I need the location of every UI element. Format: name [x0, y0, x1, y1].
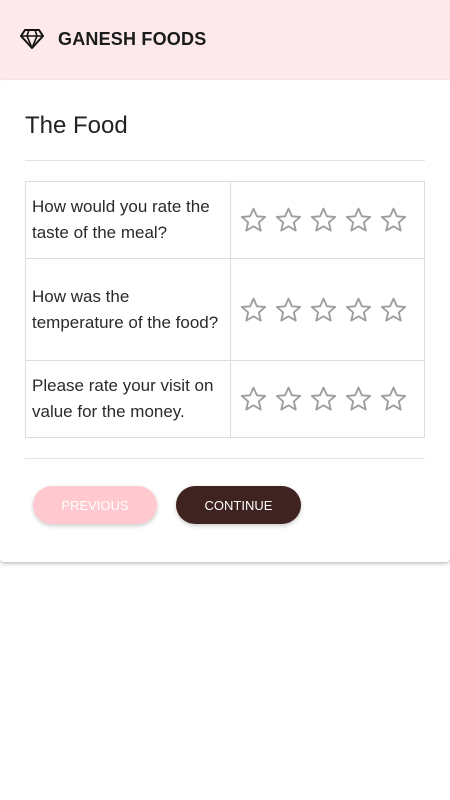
- star-outline-icon[interactable]: [309, 296, 338, 324]
- star-outline-icon[interactable]: [379, 296, 408, 324]
- question-row: How was the temperature of the food?: [25, 258, 425, 361]
- star-outline-icon[interactable]: [379, 385, 408, 413]
- question-text: Please rate your visit on value for the …: [25, 360, 231, 438]
- diamond-icon: [20, 28, 44, 50]
- star-rating[interactable]: [230, 181, 425, 259]
- continue-button[interactable]: CONTINUE: [176, 486, 301, 524]
- question-text: How would you rate the taste of the meal…: [25, 181, 231, 259]
- app-bar: GANESH FOODS: [0, 0, 450, 80]
- star-outline-icon[interactable]: [274, 385, 303, 413]
- star-outline-icon[interactable]: [379, 206, 408, 234]
- star-outline-icon[interactable]: [239, 206, 268, 234]
- divider: [25, 458, 425, 459]
- question-row: How would you rate the taste of the meal…: [25, 181, 425, 259]
- previous-button[interactable]: PREVIOUS: [33, 486, 157, 524]
- app-title: GANESH FOODS: [58, 29, 207, 49]
- survey-card: The Food How would you rate the taste of…: [0, 80, 450, 562]
- star-outline-icon[interactable]: [344, 296, 373, 324]
- star-outline-icon[interactable]: [274, 206, 303, 234]
- star-outline-icon[interactable]: [274, 296, 303, 324]
- question-row: Please rate your visit on value for the …: [25, 360, 425, 438]
- star-outline-icon[interactable]: [309, 385, 338, 413]
- star-rating[interactable]: [230, 360, 425, 438]
- rating-table: How would you rate the taste of the meal…: [25, 181, 425, 438]
- star-outline-icon[interactable]: [239, 385, 268, 413]
- section-title: The Food: [25, 112, 128, 139]
- star-rating[interactable]: [230, 258, 425, 361]
- star-outline-icon[interactable]: [309, 206, 338, 234]
- question-text: How was the temperature of the food?: [25, 258, 231, 361]
- star-outline-icon[interactable]: [344, 206, 373, 234]
- divider: [25, 160, 425, 161]
- star-outline-icon[interactable]: [239, 296, 268, 324]
- star-outline-icon[interactable]: [344, 385, 373, 413]
